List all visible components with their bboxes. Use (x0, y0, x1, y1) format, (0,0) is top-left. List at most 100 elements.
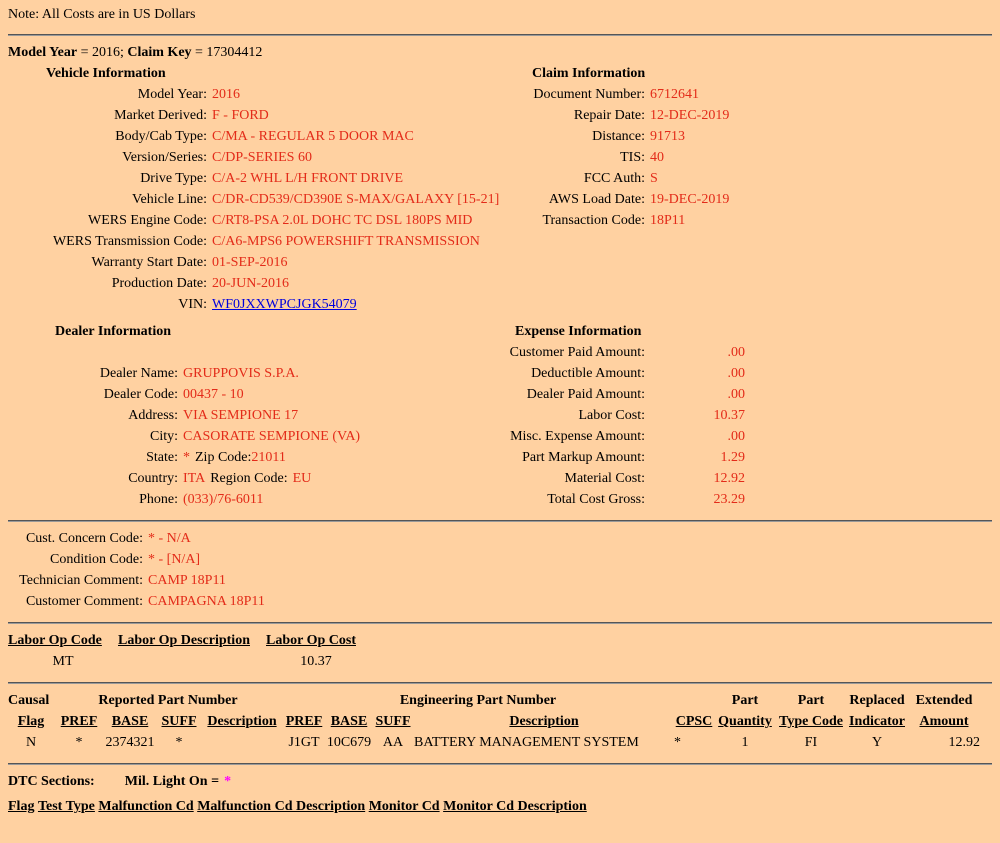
field-value: 18P11 (650, 213, 685, 228)
dealer-row: City:CASORATE SEMPIONE (VA) (8, 426, 505, 447)
claim-row: Transaction Code:18P11 (505, 210, 992, 231)
engineering-base-value: 10C679 (326, 732, 372, 753)
vehicle-row: Model Year:2016 (8, 84, 505, 105)
claim-row: TIS: 40 (505, 147, 992, 168)
region-label: Region Code: (210, 471, 287, 486)
vehicle-row: Drive Type: C/A-2 WHL L/H FRONT DRIVE (8, 168, 505, 189)
amount-value: .00 (645, 426, 745, 447)
vehicle-row: Vehicle Line: C/DR-CD539/CD390E S-MAX/GAL… (8, 189, 505, 210)
engineering-suff-value: AA (372, 732, 414, 753)
claim-key-line: Model Year = 2016; Claim Key = 17304412 (8, 42, 992, 63)
field-label: Material Cost: (505, 468, 645, 489)
warranty-claim-report: Note: All Costs are in US Dollars Model … (8, 6, 992, 817)
mil-light-on-label: Mil. Light On = (125, 774, 219, 789)
labor-data-row: MT 10.37 (8, 651, 992, 672)
field-label: Production Date: (8, 273, 207, 294)
expense-info-title: Expense Information (515, 321, 992, 342)
state-zip-row: State:*Zip Code:21011 (8, 447, 505, 468)
expense-row: Deductible Amount:.00 (505, 363, 992, 384)
field-value: F - FORD (212, 108, 269, 123)
labor-table: Labor Op Code Labor Op Description Labor… (8, 630, 992, 672)
group-header-spacer (674, 690, 714, 711)
reported-base-value: 2374321 (104, 732, 156, 753)
dtc-monitor-cd-description-header: Monitor Cd Description (443, 799, 587, 814)
field-label: Dealer Name: (8, 363, 178, 384)
comment-row: Technician Comment: CAMP 18P11 (8, 570, 992, 591)
country-region-row: Country:ITARegion Code:EU (8, 468, 505, 489)
vehicle-row: Version/Series:C/DP-SERIES 60 (8, 147, 505, 168)
field-label: Market Derived: (8, 105, 207, 126)
type-code-header: Type Code (776, 711, 846, 732)
field-value: GRUPPOVIS S.P.A. (183, 366, 299, 381)
cpsc-header: CPSC (674, 711, 714, 732)
claim-row: FCC Auth:S (505, 168, 992, 189)
reported-suff-value: * (156, 732, 202, 753)
reported-suff-header: SUFF (156, 711, 202, 732)
field-label: Drive Type: (8, 168, 207, 189)
vehicle-claim-columns: Vehicle Information Model Year:2016 Mark… (8, 63, 992, 315)
labor-op-cost-value: 10.37 (266, 651, 366, 672)
claim-row: Document Number:6712641 (505, 84, 992, 105)
phone-value: (033)/76-6011 (183, 492, 263, 507)
extended-amount-value: 12.92 (908, 732, 980, 753)
region-value: EU (293, 471, 312, 486)
amount-value: .00 (645, 384, 745, 405)
dtc-malfunction-cd-description-header: Malfunction Cd Description (197, 799, 365, 814)
comment-row: Customer Comment:CAMPAGNA 18P11 (8, 591, 992, 612)
parts-group-header-row: Causal Reported Part Number Engineering … (8, 690, 992, 711)
amount-value: 23.29 (645, 489, 745, 510)
type-code-value: FI (776, 732, 846, 753)
amount-value: 12.92 (645, 468, 745, 489)
field-label: Total Cost Gross: (505, 489, 645, 510)
cpsc-value: * (674, 732, 714, 753)
field-value: 6712641 (650, 87, 699, 102)
dtc-test-type-header: Test Type (38, 799, 95, 814)
field-label: TIS: (505, 147, 645, 168)
field-value: CAMP 18P11 (148, 573, 226, 588)
reported-part-number-group-header: Reported Part Number (54, 690, 282, 711)
field-value: 40 (650, 150, 664, 165)
field-label: WERS Engine Code: (8, 210, 207, 231)
field-value: 19-DEC-2019 (650, 192, 729, 207)
expense-row: Dealer Paid Amount:.00 (505, 384, 992, 405)
labor-op-cost-header: Labor Op Cost (266, 630, 366, 651)
dtc-section: DTC Sections:Mil. Light On =* Flag Test … (8, 771, 992, 817)
reported-description-header: Description (202, 711, 282, 732)
vehicle-info-section: Vehicle Information Model Year:2016 Mark… (8, 63, 505, 315)
dtc-header-row: Flag Test Type Malfunction Cd Malfunctio… (8, 796, 992, 817)
flag-header: Flag (8, 711, 54, 732)
phone-label: Phone: (8, 489, 178, 510)
vin-label: VIN: (8, 294, 207, 315)
claim-info-title: Claim Information (532, 63, 992, 84)
replaced-indicator-value: Y (846, 732, 908, 753)
labor-op-description-header: Labor Op Description (118, 630, 266, 651)
engineering-description-value: BATTERY MANAGEMENT SYSTEM (414, 732, 674, 753)
field-label: Part Markup Amount: (505, 447, 645, 468)
field-value: 20-JUN-2016 (212, 276, 289, 291)
field-value: 91713 (650, 129, 685, 144)
field-value: C/DP-SERIES 60 (212, 150, 312, 165)
causal-group-header: Causal (8, 690, 54, 711)
field-label: Dealer Code: (8, 384, 178, 405)
parts-column-header-row: Flag PREF BASE SUFF Description PREF BAS… (8, 711, 992, 732)
section-divider (8, 682, 992, 684)
field-label: Technician Comment: (8, 570, 143, 591)
labor-header-row: Labor Op Code Labor Op Description Labor… (8, 630, 992, 651)
field-value: C/A-2 WHL L/H FRONT DRIVE (212, 171, 403, 186)
dealer-expense-columns: Dealer Information Dealer Name:GRUPPOVIS… (8, 321, 992, 510)
field-label: Vehicle Line: (8, 189, 207, 210)
field-label: Model Year: (8, 84, 207, 105)
dealer-row: Address:VIA SEMPIONE 17 (8, 405, 505, 426)
amount-value: .00 (645, 363, 745, 384)
dtc-monitor-cd-header: Monitor Cd (369, 799, 440, 814)
zip-value: 21011 (251, 450, 285, 465)
field-value: C/DR-CD539/CD390E S-MAX/GALAXY [15-21] (212, 192, 499, 207)
engineering-suff-header: SUFF (372, 711, 414, 732)
vin-link[interactable]: WF0JXXWPCJGK54079 (212, 297, 357, 312)
parts-table: Causal Reported Part Number Engineering … (8, 690, 992, 753)
field-label: Deductible Amount: (505, 363, 645, 384)
expense-row: Misc. Expense Amount:.00 (505, 426, 992, 447)
model-year-key-value: = 2016; (77, 45, 127, 60)
vin-row: VIN: WF0JXXWPCJGK54079 (8, 294, 505, 315)
field-label: AWS Load Date: (505, 189, 645, 210)
